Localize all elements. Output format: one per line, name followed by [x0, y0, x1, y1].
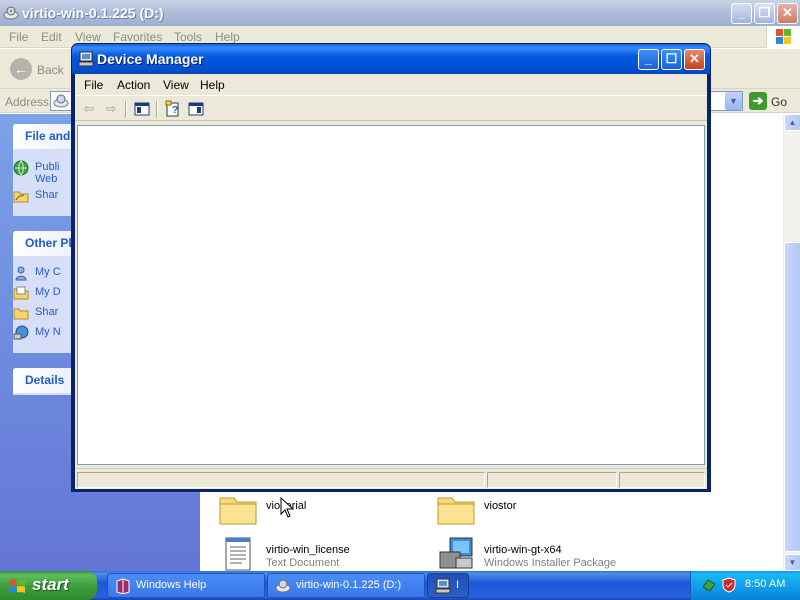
- security-shield-icon[interactable]: [721, 577, 737, 593]
- taskbar-label-device-manager: I: [456, 579, 460, 591]
- explorer-title-bar[interactable]: virtio-win-0.1.225 (D:) _ ❐ ✕: [0, 0, 800, 26]
- toolbar-separator: [125, 101, 127, 118]
- windows-logo-icon: [766, 26, 800, 48]
- windows-logo-icon: [9, 579, 25, 593]
- device-manager-toolbar: ⇦ ⇨ ?: [75, 95, 707, 121]
- menu-file[interactable]: File: [9, 30, 28, 44]
- maximize-button[interactable]: ❐: [754, 3, 775, 24]
- address-label: Address: [5, 95, 50, 109]
- task-publish-web-label: Publi Web: [35, 161, 60, 185]
- user-icon: [15, 266, 27, 281]
- svg-text:?: ?: [172, 105, 178, 116]
- back-arrow-icon[interactable]: ⇦: [80, 100, 98, 118]
- taskbar-label-explorer: virtio-win-0.1.225 (D:): [296, 579, 402, 591]
- globe-icon: [13, 160, 29, 176]
- properties-help-icon[interactable]: ?: [164, 100, 182, 118]
- scroll-thumb[interactable]: [784, 242, 800, 552]
- menu-view[interactable]: View: [163, 78, 189, 92]
- close-button[interactable]: ✕: [777, 3, 798, 24]
- menu-view[interactable]: View: [75, 30, 101, 44]
- menu-tools[interactable]: Tools: [174, 30, 202, 44]
- help-book-icon: [116, 578, 130, 594]
- start-label: start: [32, 575, 69, 594]
- cd-drive-icon: [275, 579, 291, 593]
- network-connection-icon[interactable]: [701, 577, 717, 593]
- back-arrow-icon[interactable]: ←: [10, 58, 32, 80]
- address-dropdown-button[interactable]: ▼: [725, 92, 742, 110]
- go-arrow-icon[interactable]: ➔: [749, 92, 767, 110]
- show-hide-console-tree-icon[interactable]: [133, 100, 151, 118]
- status-cell-2: [487, 472, 617, 488]
- mouse-cursor-icon: [280, 497, 294, 518]
- scroll-down-button[interactable]: ▼: [784, 554, 800, 571]
- back-label[interactable]: Back: [37, 63, 64, 77]
- forward-arrow-icon[interactable]: ⇨: [102, 100, 120, 118]
- status-cell-3: [619, 472, 705, 488]
- device-manager-title-bar[interactable]: Device Manager _ ☐ ✕: [72, 44, 710, 74]
- taskbar-button-device-manager[interactable]: I: [427, 573, 469, 598]
- file-type-virtio-win-gt-x64: Windows Installer Package: [484, 557, 617, 569]
- menu-action[interactable]: Action: [117, 78, 150, 92]
- folder-icon: [13, 308, 29, 320]
- scroll-up-button[interactable]: ▲: [784, 114, 800, 131]
- task-share-folder-label: Shar: [35, 189, 59, 201]
- cd-drive-icon: [3, 6, 19, 20]
- network-icon: [13, 325, 29, 340]
- device-manager-status-bar: [75, 468, 707, 489]
- taskbar-button-windows-help[interactable]: Windows Help: [107, 573, 265, 598]
- file-name-viostor: viostor: [484, 500, 517, 512]
- taskbar-label-windows-help: Windows Help: [136, 579, 207, 591]
- menu-edit[interactable]: Edit: [41, 30, 62, 44]
- close-button[interactable]: ✕: [684, 49, 705, 70]
- file-type-virtio-win-license: Text Document: [266, 557, 340, 569]
- explorer-title: virtio-win-0.1.225 (D:): [22, 5, 164, 21]
- status-cell-main: [77, 472, 485, 488]
- minimize-button[interactable]: _: [731, 3, 752, 24]
- text-document-icon: [225, 537, 251, 571]
- minimize-button[interactable]: _: [638, 49, 659, 70]
- clock[interactable]: 8:50 AM: [745, 578, 785, 590]
- menu-help[interactable]: Help: [200, 78, 225, 92]
- folder-icon: [219, 497, 257, 525]
- show-hide-action-pane-icon[interactable]: [187, 100, 205, 118]
- file-name-virtio-win-license: virtio-win_license: [266, 544, 350, 556]
- explorer-vertical-scrollbar[interactable]: ▲ ▼: [783, 114, 800, 571]
- place-my-documents-label: My D: [35, 286, 61, 298]
- device-manager-window: Device Manager _ ☐ ✕ File Action View He…: [71, 43, 711, 492]
- menu-file[interactable]: File: [84, 78, 103, 92]
- place-shared-label: Shar: [35, 306, 59, 318]
- maximize-button[interactable]: ☐: [661, 49, 682, 70]
- device-manager-icon: [435, 578, 451, 594]
- menu-favorites[interactable]: Favorites: [113, 30, 162, 44]
- device-manager-title: Device Manager: [97, 51, 204, 67]
- start-button[interactable]: start: [0, 571, 97, 600]
- device-manager-icon: [78, 51, 94, 67]
- go-button[interactable]: Go: [771, 95, 787, 109]
- folder-icon: [437, 497, 475, 525]
- taskbar: start Windows Help virtio-win-0.1.225 (D…: [0, 571, 800, 600]
- documents-folder-icon: [13, 286, 29, 300]
- cd-drive-icon: [53, 94, 69, 108]
- device-tree-pane[interactable]: [77, 125, 705, 465]
- device-manager-body: File Action View Help ⇦ ⇨ ?: [75, 74, 707, 489]
- device-manager-menu-bar: File Action View Help: [75, 74, 707, 94]
- file-name-virtio-win-gt-x64: virtio-win-gt-x64: [484, 544, 562, 556]
- taskbar-button-explorer[interactable]: virtio-win-0.1.225 (D:): [267, 573, 425, 598]
- installer-package-icon: [439, 537, 473, 569]
- toolbar-separator: [156, 101, 158, 118]
- system-tray: 8:50 AM: [690, 571, 800, 600]
- shared-folder-icon: [13, 191, 29, 203]
- place-my-network-label: My N: [35, 326, 61, 338]
- menu-help[interactable]: Help: [215, 30, 240, 44]
- place-my-computer-label: My C: [35, 266, 61, 278]
